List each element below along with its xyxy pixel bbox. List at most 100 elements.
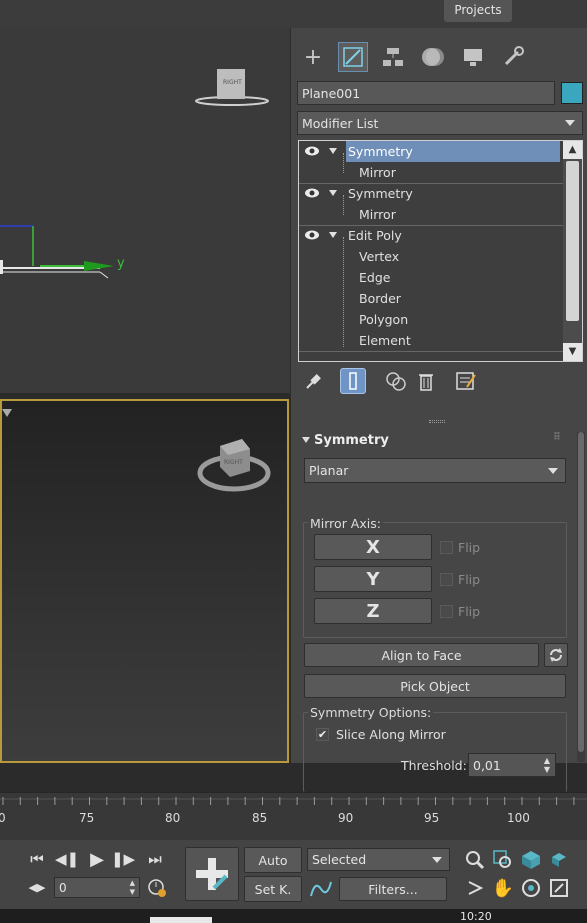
flip-z-checkbox[interactable]	[440, 605, 453, 618]
collapse-icon[interactable]	[302, 437, 310, 443]
rollout-scroll-thumb[interactable]	[578, 432, 584, 752]
object-name-field[interactable]: Plane001	[297, 81, 555, 105]
configure-modifier-sets-icon[interactable]	[453, 368, 479, 394]
stack-item-label: Edit Poly	[348, 228, 402, 243]
auto-key-button[interactable]: Auto	[244, 847, 302, 873]
axis-x-button[interactable]: X	[314, 534, 432, 560]
tick-label: 90	[338, 811, 354, 825]
rollout-scrollbar[interactable]	[577, 432, 585, 762]
show-end-result-icon[interactable]	[340, 368, 366, 394]
zoom-icon[interactable]	[463, 848, 487, 872]
flip-y-checkbox[interactable]	[440, 573, 453, 586]
status-strip	[0, 909, 587, 923]
flip-x-checkbox[interactable]	[440, 541, 453, 554]
utilities-icon[interactable]	[498, 42, 528, 72]
next-frame-icon[interactable]: ❚▶	[111, 849, 135, 869]
rollout-header[interactable]: Symmetry ⠿	[298, 432, 568, 452]
maximize-viewport-icon[interactable]	[547, 876, 571, 900]
key-tangent-icon[interactable]	[307, 876, 335, 902]
zoom-extents-icon[interactable]	[519, 848, 543, 872]
modifier-list-dropdown[interactable]: Modifier List	[297, 111, 583, 135]
eye-icon[interactable]	[304, 144, 320, 158]
field-of-view-icon[interactable]	[463, 876, 487, 900]
tick-label: 75	[79, 811, 95, 825]
go-to-start-icon[interactable]: ⏮	[26, 849, 48, 869]
previous-frame-icon[interactable]: ◀❚	[55, 849, 79, 869]
stack-item-polygon[interactable]: Polygon	[299, 309, 563, 330]
flip-y-label: Flip	[458, 572, 481, 587]
current-frame-field[interactable]: 0 ▲ ▼	[54, 877, 140, 898]
key-mode-icon[interactable]: ◀▶	[26, 878, 48, 896]
refresh-icon[interactable]	[544, 643, 568, 667]
axis-z-button[interactable]: Z	[314, 598, 432, 624]
chevron-down-icon	[432, 856, 442, 863]
set-key-icon[interactable]	[185, 847, 239, 901]
modify-icon[interactable]	[338, 42, 368, 72]
time-configuration-icon[interactable]	[146, 877, 168, 899]
orbit-icon[interactable]	[519, 876, 543, 900]
projects-button[interactable]: Projects	[444, 0, 512, 22]
timeline[interactable]: 0 75 80 85 90 95 100	[0, 792, 587, 840]
pin-stack-icon[interactable]	[300, 368, 326, 394]
spinner-arrows-icon[interactable]: ▲ ▼	[130, 879, 135, 897]
stack-item-symmetry-1[interactable]: Symmetry	[299, 141, 563, 162]
modifier-stack[interactable]: Symmetry Mirror Symmetry Mirror Edit Pol…	[298, 140, 583, 362]
chevron-down-icon[interactable]	[329, 148, 337, 154]
remove-modifier-icon[interactable]	[413, 368, 439, 394]
clock: 10:20	[460, 910, 492, 923]
stack-item-mirror-2[interactable]: Mirror	[299, 204, 563, 225]
threshold-label: Threshold:	[401, 758, 467, 773]
scroll-up-icon[interactable]: ▲	[563, 141, 582, 159]
make-unique-icon[interactable]	[383, 368, 409, 394]
stack-item-edge[interactable]: Edge	[299, 267, 563, 288]
scroll-down-icon[interactable]: ▼	[563, 343, 582, 361]
object-color-swatch[interactable]	[561, 82, 583, 104]
go-to-end-icon[interactable]: ⏭	[144, 849, 166, 869]
stack-item-label: Vertex	[359, 249, 400, 264]
eye-icon[interactable]	[304, 228, 320, 242]
current-frame-value: 0	[59, 880, 67, 895]
timeline-ticks	[0, 797, 587, 805]
key-filter-dropdown[interactable]: Selected	[307, 848, 450, 871]
animation-controls: ⏮ ◀❚ ▶ ❚▶ ⏭ ◀▶ 0 ▲ ▼ Auto Set K. Selected…	[0, 840, 587, 910]
chevron-down-icon	[565, 120, 575, 126]
stack-item-element[interactable]: Element	[299, 330, 563, 351]
align-to-face-button[interactable]: Align to Face	[304, 643, 539, 667]
pan-icon[interactable]: ✋	[491, 876, 515, 900]
motion-icon[interactable]	[418, 42, 448, 72]
stack-item-edit-poly[interactable]: Edit Poly	[299, 225, 563, 246]
key-filters-button[interactable]: Filters...	[339, 877, 447, 901]
threshold-spinner[interactable]: 0,01 ▲ ▼	[468, 753, 556, 777]
mode-dropdown[interactable]: Planar	[304, 458, 566, 483]
set-key-mode-button[interactable]: Set K.	[244, 876, 302, 902]
stack-item-mirror-1[interactable]: Mirror	[299, 162, 563, 183]
display-icon[interactable]	[458, 42, 488, 72]
create-icon[interactable]: +	[298, 42, 328, 72]
mirror-axis-title: Mirror Axis:	[308, 516, 383, 531]
chevron-down-icon[interactable]	[329, 190, 337, 196]
hierarchy-icon[interactable]	[378, 42, 408, 72]
view-cube-label: RIGHT	[224, 459, 243, 466]
tick-label: 0	[0, 811, 6, 825]
play-icon[interactable]: ▶	[86, 849, 108, 870]
viewport-top[interactable]: RIGHT y	[0, 28, 290, 394]
zoom-all-icon[interactable]	[491, 848, 515, 872]
axis-y-label: y	[117, 256, 125, 271]
chevron-down-icon	[548, 467, 558, 474]
eye-icon[interactable]	[304, 186, 320, 200]
slice-along-mirror-checkbox[interactable]: ✔	[316, 728, 329, 741]
panel-splitter[interactable]	[429, 420, 445, 423]
pick-object-button[interactable]: Pick Object	[304, 674, 566, 698]
viewport-perspective[interactable]: RIGHT	[0, 399, 289, 763]
spinner-arrows-icon[interactable]: ▲ ▼	[544, 756, 550, 774]
stack-scroll-thumb[interactable]	[566, 161, 579, 321]
zoom-extents-all-icon[interactable]	[547, 848, 571, 872]
axis-y-button[interactable]: Y	[314, 566, 432, 592]
stack-item-symmetry-2[interactable]: Symmetry	[299, 183, 563, 204]
stack-item-vertex[interactable]: Vertex	[299, 246, 563, 267]
chevron-down-icon[interactable]	[329, 232, 337, 238]
modifier-list-label: Modifier List	[302, 115, 379, 131]
stack-item-border[interactable]: Border	[299, 288, 563, 309]
stack-scrollbar[interactable]: ▲ ▼	[563, 141, 582, 361]
mode-value: Planar	[309, 463, 349, 478]
